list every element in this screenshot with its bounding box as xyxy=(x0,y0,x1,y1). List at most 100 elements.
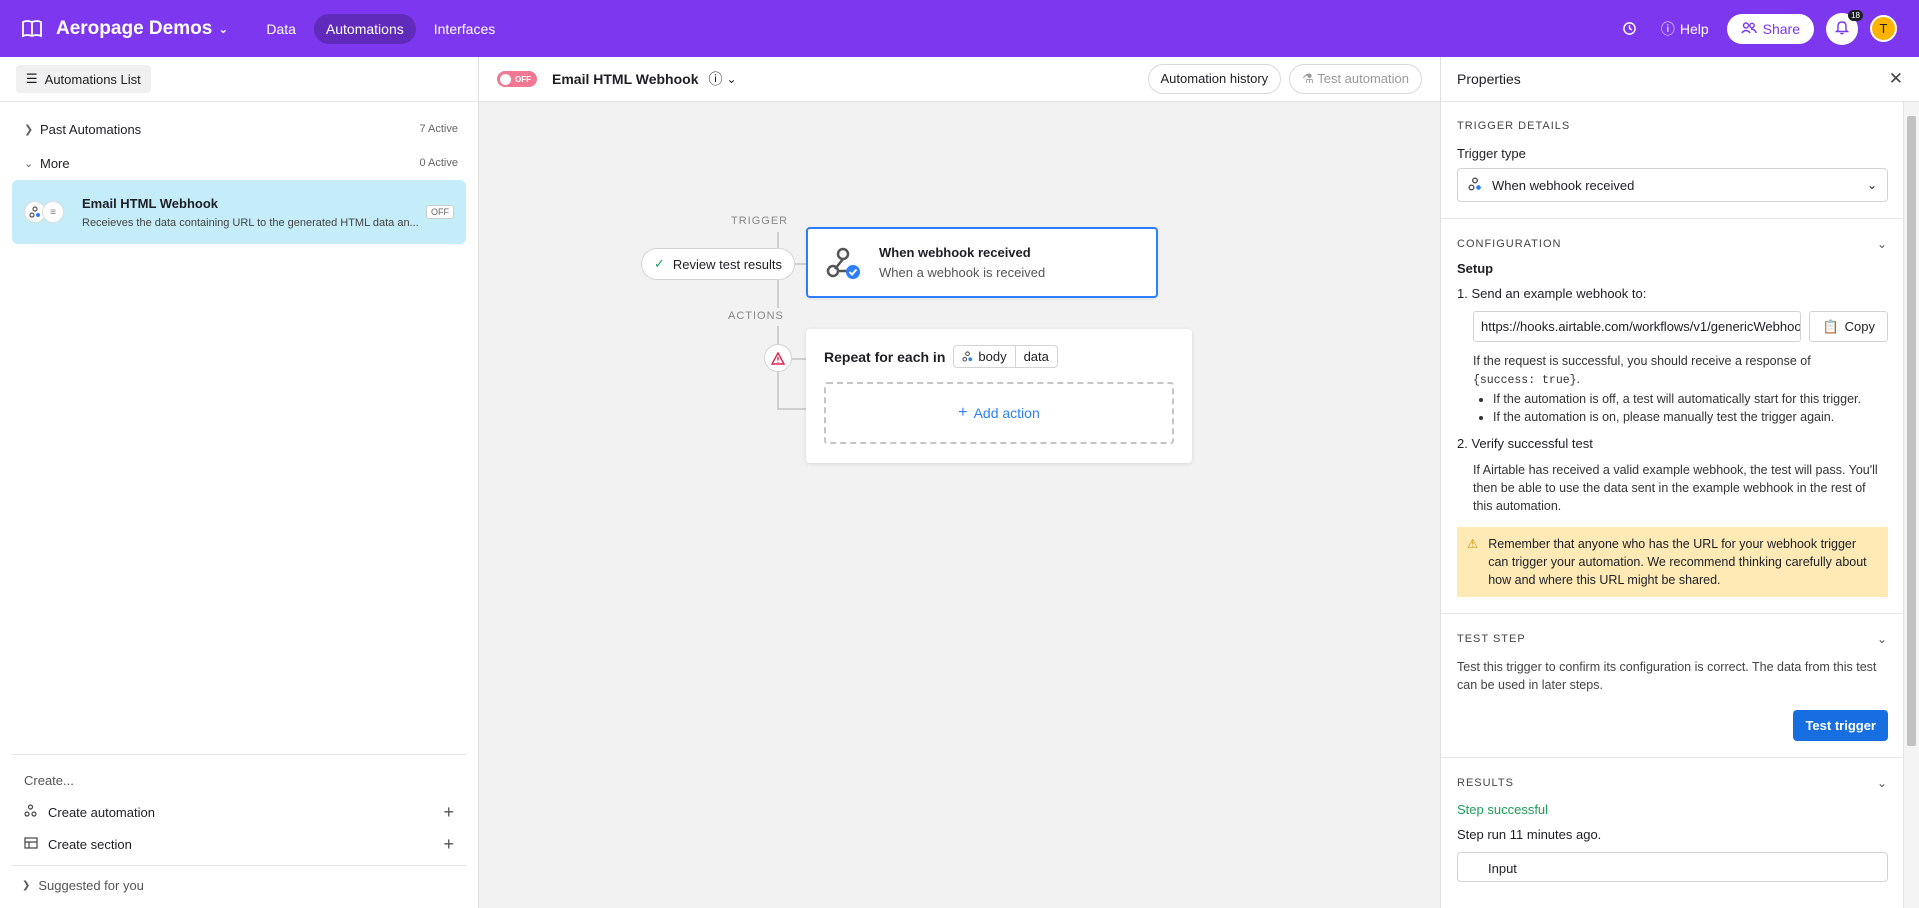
trigger-type-label: Trigger type xyxy=(1457,146,1526,161)
add-action-button[interactable]: + Add action xyxy=(824,382,1174,444)
webhook-icon xyxy=(1468,176,1482,194)
main-nav: Data Automations Interfaces xyxy=(254,13,507,44)
notification-badge: 18 xyxy=(1848,9,1863,21)
workflow-canvas: TRIGGER ACTIONS ✓ Review test results Wh… xyxy=(479,102,1440,908)
base-name-dropdown[interactable]: Aeropage Demos ⌄ xyxy=(56,18,228,40)
section-past-automations[interactable]: ❯ Past Automations 7 Active xyxy=(0,112,478,146)
nav-data[interactable]: Data xyxy=(254,14,308,44)
webhook-icon xyxy=(962,351,973,362)
avatar[interactable]: T xyxy=(1870,15,1897,42)
table-icon xyxy=(24,836,48,852)
copy-button[interactable]: 📋 Copy xyxy=(1809,311,1888,342)
flask-icon: ⚗ xyxy=(1302,71,1314,86)
automation-title[interactable]: Email HTML Webhook xyxy=(552,71,699,87)
repeat-action-card[interactable]: Repeat for each in body data + Add actio… xyxy=(806,329,1192,463)
section-header[interactable]: CONFIGURATION ⌄ xyxy=(1457,237,1888,251)
automation-name: Email HTML Webhook xyxy=(82,195,219,211)
test-step-section: TEST STEP ⌄ Test this trigger to confirm… xyxy=(1441,614,1904,758)
trigger-lane-label: TRIGGER xyxy=(731,215,789,227)
repeat-row: Repeat for each in body data xyxy=(824,345,1174,368)
create-automation-label: Create automation xyxy=(48,804,155,820)
verify-text: If Airtable has received a valid example… xyxy=(1473,463,1878,513)
section-header[interactable]: RESULTS ⌄ xyxy=(1457,776,1888,790)
automations-list-button[interactable]: ☰ Automations List xyxy=(16,65,151,93)
help-label: Help xyxy=(1679,20,1709,37)
suggested-for-you[interactable]: ❯ Suggested for you xyxy=(12,865,466,905)
toggle-label: OFF xyxy=(515,74,531,84)
step-run-text: Step run 11 minutes ago. xyxy=(1457,827,1602,842)
section-title: CONFIGURATION xyxy=(1457,238,1562,250)
section-header[interactable]: TEST STEP ⌄ xyxy=(1457,632,1888,646)
warning-icon[interactable] xyxy=(764,344,792,372)
webhook-url-field[interactable]: https://hooks.airtable.com/workflows/v1/… xyxy=(1473,311,1802,342)
success-code: {success: true} xyxy=(1473,374,1577,387)
checkmark-icon: ✓ xyxy=(654,256,665,271)
notice-text: Remember that anyone who has the URL for… xyxy=(1488,537,1867,587)
sidebar-header: ☰ Automations List xyxy=(0,57,478,102)
properties-panel: Properties ✕ TRIGGER DETAILS Trigger typ… xyxy=(1440,57,1919,908)
chevron-down-icon: ⌄ xyxy=(1876,776,1888,790)
properties-header: Properties ✕ xyxy=(1441,57,1919,102)
section-label: More xyxy=(40,155,70,171)
automation-toggle[interactable]: OFF xyxy=(497,71,537,87)
bullet-item: If the automation is off, a test will au… xyxy=(1493,390,1888,408)
chevron-down-icon: ⌄ xyxy=(1866,178,1877,192)
trigger-card[interactable]: When webhook received When a webhook is … xyxy=(806,227,1158,298)
repeat-source-pill[interactable]: body data xyxy=(953,345,1058,368)
automations-sidebar: ☰ Automations List ❯ Past Automations 7 … xyxy=(0,57,479,908)
results-section: RESULTS ⌄ Step successful Step run 11 mi… xyxy=(1441,758,1904,898)
create-section-label: Create section xyxy=(48,836,132,852)
test-button-row: Test trigger xyxy=(1457,710,1888,741)
test-automation-button[interactable]: ⚗ Test automation xyxy=(1289,64,1422,94)
section-count: 0 Active xyxy=(419,157,458,169)
header-buttons: Automation history ⚗ Test automation xyxy=(1147,64,1422,94)
security-notice: ⚠ Remember that anyone who has the URL f… xyxy=(1457,527,1888,597)
copy-label: Copy xyxy=(1844,319,1875,334)
scrollbar-thumb[interactable] xyxy=(1907,116,1916,746)
plus-icon: + xyxy=(443,801,454,822)
nav-automations[interactable]: Automations xyxy=(313,13,416,44)
connector-line xyxy=(777,232,779,248)
close-icon[interactable]: ✕ xyxy=(1889,69,1903,89)
step-2-text: 2. Verify successful test xyxy=(1457,436,1593,451)
trigger-type-value: When webhook received xyxy=(1492,177,1635,193)
success-line: If the request is successful, you should… xyxy=(1473,354,1811,368)
trigger-type-select[interactable]: When webhook received ⌄ xyxy=(1457,168,1888,202)
input-result-row[interactable]: Input xyxy=(1457,852,1888,882)
plus-icon: + xyxy=(958,404,968,421)
notifications-button[interactable]: 18 xyxy=(1826,9,1863,45)
connector-line xyxy=(777,372,779,410)
trigger-details-section: TRIGGER DETAILS Trigger type When webhoo… xyxy=(1441,102,1904,219)
trigger-card-subtitle: When a webhook is received xyxy=(879,265,1046,280)
top-bar: Aeropage Demos ⌄ Data Automations Interf… xyxy=(0,0,1919,57)
success-end: . xyxy=(1576,372,1581,386)
review-test-results-button[interactable]: ✓ Review test results xyxy=(641,248,795,280)
step-1-text: 1. Send an example webhook to: xyxy=(1457,286,1647,301)
connector-line xyxy=(777,408,806,410)
automation-editor: OFF Email HTML Webhook ⓘ ⌄ Automation hi… xyxy=(479,57,1440,908)
properties-scroll[interactable]: TRIGGER DETAILS Trigger type When webhoo… xyxy=(1441,102,1904,908)
test-trigger-button[interactable]: Test trigger xyxy=(1793,710,1888,741)
section-more[interactable]: ⌄ More 0 Active xyxy=(0,146,478,180)
nav-interfaces[interactable]: Interfaces xyxy=(422,14,507,44)
history-icon[interactable] xyxy=(1616,15,1643,42)
success-text: If the request is successful, you should… xyxy=(1473,352,1888,390)
share-label: Share xyxy=(1762,20,1800,37)
automation-history-button[interactable]: Automation history xyxy=(1147,64,1282,94)
section-title: TEST STEP xyxy=(1457,633,1526,645)
chevron-down-icon[interactable]: ⌄ xyxy=(727,72,737,86)
actions-lane-label: ACTIONS xyxy=(728,310,784,322)
webhook-icon xyxy=(823,243,863,283)
share-button[interactable]: Share xyxy=(1726,13,1814,44)
chevron-right-icon: ❯ xyxy=(24,123,34,136)
automation-item-email-html-webhook[interactable]: ≡ Email HTML Webhook Receieves the data … xyxy=(12,180,466,244)
create-section-button[interactable]: Create section + xyxy=(12,828,466,860)
create-automation-button[interactable]: Create automation + xyxy=(12,796,466,828)
info-icon[interactable]: ⓘ xyxy=(709,69,723,89)
help-button[interactable]: ⓘ Help xyxy=(1655,13,1715,45)
base-book-icon[interactable] xyxy=(20,17,44,41)
properties-title: Properties xyxy=(1457,71,1521,87)
test-automation-label: Test automation xyxy=(1317,71,1409,86)
properties-scrollbar[interactable] xyxy=(1903,102,1919,908)
connector-line xyxy=(792,358,806,360)
